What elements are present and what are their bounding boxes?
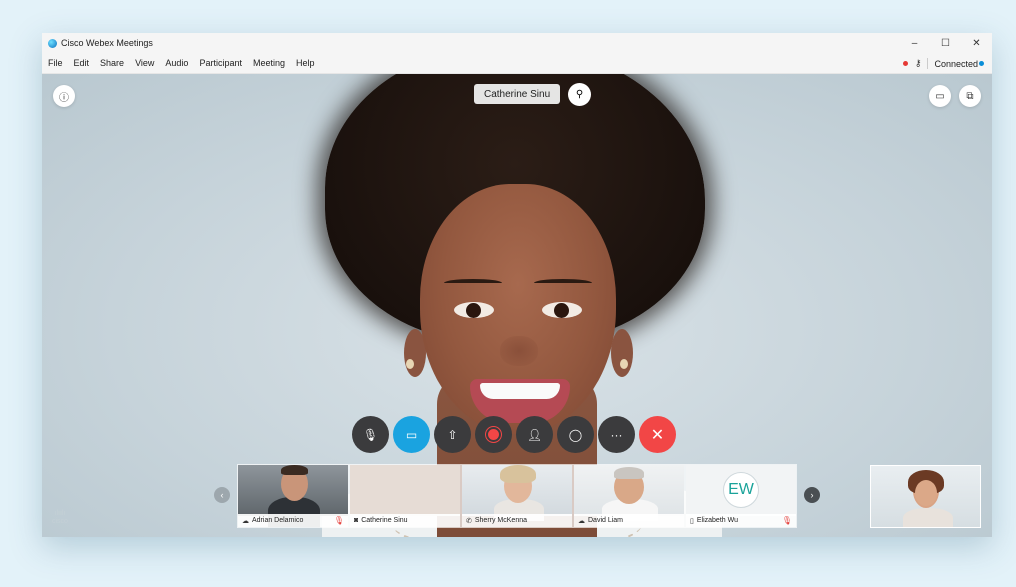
participant-filmstrip: ☁ Adrian Delamico 🎙︎ ◙ Catherine Sinu ✆ … xyxy=(237,464,797,528)
window-controls: – ☐ ✕ xyxy=(899,33,992,53)
menu-view[interactable]: View xyxy=(135,58,154,68)
chat-icon: ◯ xyxy=(568,427,583,442)
switch-view-icon: ⧉ xyxy=(966,90,974,102)
chevron-left-icon: ‹ xyxy=(220,490,224,500)
upload-icon: ⇧ xyxy=(447,427,458,442)
cloud-icon: ☁ xyxy=(578,517,585,525)
camera-icon: ◙ xyxy=(354,517,359,524)
layout-icon: ▭ xyxy=(935,90,945,102)
meeting-controls: 🎙︎ ▭ ⇧ 👤︎ ◯ ··· ✕ xyxy=(352,416,680,453)
record-icon xyxy=(488,429,499,440)
menu-audio[interactable]: Audio xyxy=(165,58,188,68)
menu-participant[interactable]: Participant xyxy=(199,58,242,68)
cisco-wordmark: cisco xyxy=(52,518,68,525)
participant-tile[interactable]: ◙ Catherine Sinu xyxy=(349,464,461,528)
close-button[interactable]: ✕ xyxy=(961,33,992,53)
recording-indicator-icon xyxy=(902,61,908,66)
participant-tile[interactable]: ☁ David Liam xyxy=(573,464,685,528)
participant-name: Sherry McKenna xyxy=(474,517,528,524)
self-view-video[interactable] xyxy=(870,465,981,528)
cloud-icon: ☁ xyxy=(242,517,249,525)
chat-button[interactable]: ◯ xyxy=(557,416,594,453)
cisco-logo: ılıılı cisco xyxy=(52,510,68,526)
switch-view-button[interactable]: ⧉ xyxy=(959,85,981,107)
mobile-icon: ▯ xyxy=(690,517,694,525)
layout-button[interactable]: ▭ xyxy=(929,85,951,107)
menu-meeting[interactable]: Meeting xyxy=(253,58,285,68)
connection-status[interactable]: Connected xyxy=(934,59,978,69)
menu-edit[interactable]: Edit xyxy=(74,58,90,68)
participants-icon: 👤︎ xyxy=(526,427,543,442)
pin-icon: ⚲ xyxy=(575,89,584,100)
menu-bar: File Edit Share View Audio Participant M… xyxy=(42,53,992,74)
participants-button[interactable]: 👤︎ xyxy=(516,416,553,453)
connection-dot-icon xyxy=(979,61,984,66)
active-speaker-label: Catherine Sinu xyxy=(474,84,561,104)
muted-mic-icon: 🎙︎ xyxy=(781,516,792,525)
cisco-bars-icon: ılıılı xyxy=(54,510,66,517)
participant-tile[interactable]: ✆ Sherry McKenna xyxy=(461,464,573,528)
filmstrip-prev-button[interactable]: ‹ xyxy=(214,487,230,503)
avatar: EW xyxy=(723,472,759,508)
webex-logo-icon xyxy=(48,38,57,48)
meeting-info-button[interactable]: ⓘ xyxy=(53,85,75,107)
participant-tile[interactable]: ☁ Adrian Delamico 🎙︎ xyxy=(237,464,349,528)
muted-mic-icon: 🎙︎ xyxy=(333,516,344,525)
maximize-button[interactable]: ☐ xyxy=(930,33,961,53)
video-button[interactable]: ▭ xyxy=(393,416,430,453)
mic-off-icon: 🎙︎ xyxy=(362,427,379,442)
close-icon: ✕ xyxy=(650,426,665,444)
info-icon: ⓘ xyxy=(59,92,69,104)
more-button[interactable]: ··· xyxy=(598,416,635,453)
minimize-button[interactable]: – xyxy=(899,33,930,53)
mute-button[interactable]: 🎙︎ xyxy=(352,416,389,453)
participant-name: Adrian Delamico xyxy=(252,517,304,524)
title-bar: Cisco Webex Meetings – ☐ ✕ xyxy=(42,33,992,53)
record-button[interactable] xyxy=(475,416,512,453)
share-button[interactable]: ⇧ xyxy=(434,416,471,453)
participant-name: Catherine Sinu xyxy=(361,517,408,524)
menu-share[interactable]: Share xyxy=(100,58,124,68)
filmstrip-next-button[interactable]: › xyxy=(804,487,820,503)
main-video-stage: ⓘ Catherine Sinu ⚲ ▭ ⧉ 🎙︎ ▭ ⇧ 👤︎ ◯ ··· ✕… xyxy=(42,74,992,537)
menu-file[interactable]: File xyxy=(48,58,63,68)
pin-button[interactable]: ⚲ xyxy=(568,83,591,106)
menu-help[interactable]: Help xyxy=(296,58,315,68)
participant-name: Elizabeth Wu xyxy=(696,517,738,524)
participant-tile[interactable]: EW ▯ Elizabeth Wu 🎙︎ xyxy=(685,464,797,528)
key-icon[interactable]: ⚷ xyxy=(915,58,922,69)
status-area: ⚷ Connected xyxy=(902,53,984,74)
window-title: Cisco Webex Meetings xyxy=(61,38,153,48)
participant-name: David Liam xyxy=(588,517,624,524)
divider xyxy=(927,58,929,69)
chevron-right-icon: › xyxy=(810,490,814,500)
more-icon: ··· xyxy=(610,427,623,442)
camera-icon: ▭ xyxy=(405,427,418,442)
webex-window: Cisco Webex Meetings – ☐ ✕ File Edit Sha… xyxy=(42,33,992,537)
end-meeting-button[interactable]: ✕ xyxy=(639,416,676,453)
phone-icon: ✆ xyxy=(466,517,472,525)
